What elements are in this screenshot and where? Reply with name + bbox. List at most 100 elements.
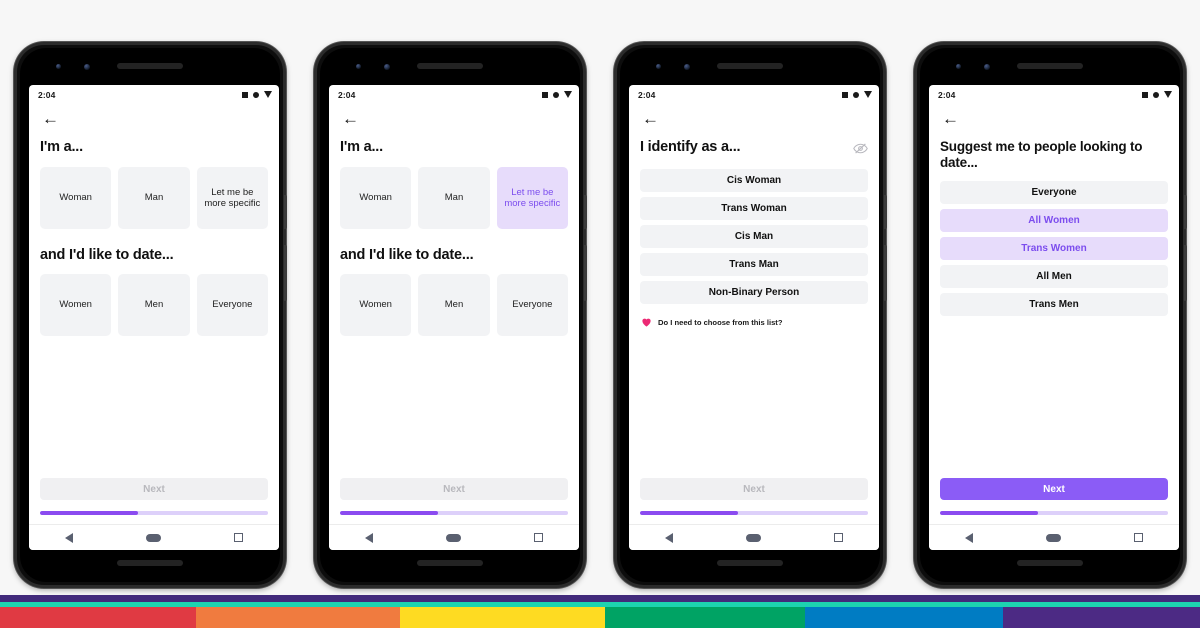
android-nav-bar	[329, 524, 579, 550]
phone-bezel-3: 2:04 ← I identify as a... Cis Woman Tran…	[620, 48, 880, 582]
list-item[interactable]: Trans Women	[940, 237, 1168, 261]
nav-recents-icon[interactable]	[533, 533, 543, 542]
screen-content: ← Suggest me to people looking to date..…	[929, 104, 1179, 524]
status-bar: 2:04	[29, 85, 279, 104]
nav-back-icon[interactable]	[65, 532, 74, 543]
screen-content: ← I'm a... Woman Man Let me be more spec…	[29, 104, 279, 524]
rainbow-segment-orange	[196, 607, 400, 628]
chip-men[interactable]: Men	[118, 274, 190, 337]
square-icon	[542, 91, 548, 98]
chip-woman[interactable]: Woman	[340, 167, 412, 230]
chip-man[interactable]: Man	[118, 167, 190, 230]
nav-recents-icon[interactable]	[233, 533, 243, 542]
back-button[interactable]: ←	[642, 110, 660, 127]
power-button[interactable]	[884, 245, 887, 301]
list-item[interactable]: All Women	[940, 209, 1168, 233]
next-button[interactable]: Next	[340, 478, 568, 500]
chip-man[interactable]: Man	[418, 167, 490, 230]
list-item[interactable]: Everyone	[940, 181, 1168, 205]
chip-women[interactable]: Women	[40, 274, 112, 337]
nav-back-icon[interactable]	[965, 532, 974, 543]
next-button[interactable]: Next	[640, 478, 868, 500]
rainbow-stripe	[0, 607, 1200, 628]
power-button[interactable]	[584, 245, 587, 301]
nav-home-icon[interactable]	[1045, 533, 1061, 542]
rainbow-segment-blue	[805, 607, 1003, 628]
chip-everyone[interactable]: Everyone	[496, 274, 568, 337]
list-item[interactable]: Trans Woman	[640, 197, 868, 220]
rainbow-segment-green	[605, 607, 805, 628]
section-title-date: and I'd like to date...	[340, 247, 474, 264]
power-button[interactable]	[284, 245, 287, 301]
heart-icon	[642, 318, 651, 327]
list-item[interactable]: Cis Man	[640, 225, 868, 248]
nav-back-icon[interactable]	[365, 532, 374, 543]
camera-dot-icon	[956, 64, 961, 69]
camera-dot-icon	[656, 64, 661, 69]
triangle-icon	[1164, 91, 1172, 98]
progress-bar	[640, 511, 868, 515]
list-item[interactable]: Non-Binary Person	[640, 281, 868, 304]
screen-content: ← I identify as a... Cis Woman Trans Wom…	[629, 104, 879, 524]
phone-bezel-2: 2:04 ← I'm a... Woman Man Let me be more…	[320, 48, 580, 582]
nav-home-icon[interactable]	[445, 533, 461, 542]
volume-button[interactable]	[1184, 195, 1187, 229]
list-item[interactable]: All Men	[940, 265, 1168, 289]
chip-men[interactable]: Men	[418, 274, 490, 337]
nav-recents-icon[interactable]	[1133, 533, 1143, 542]
camera-dot-icon	[84, 64, 90, 70]
page-title: I'm a...	[40, 139, 83, 155]
eye-hidden-icon[interactable]	[853, 141, 868, 159]
status-bar-icons	[542, 91, 572, 98]
page-title: I'm a...	[340, 139, 383, 155]
nav-home-icon[interactable]	[145, 533, 161, 542]
android-nav-bar	[29, 524, 279, 550]
progress-bar-fill	[340, 511, 439, 515]
back-button[interactable]: ←	[942, 110, 960, 127]
phone-device-3: 2:04 ← I identify as a... Cis Woman Tran…	[614, 42, 887, 588]
android-nav-bar	[629, 524, 879, 550]
chip-more-specific[interactable]: Let me be more specific	[496, 167, 568, 230]
help-link-text: Do I need to choose from this list?	[658, 317, 783, 327]
next-button[interactable]: Next	[940, 478, 1168, 500]
triangle-icon	[264, 91, 272, 98]
power-button[interactable]	[1184, 245, 1187, 301]
volume-button[interactable]	[284, 195, 287, 229]
screen-1-im-a: 2:04 ← I'm a... Woman Man Let me be more…	[29, 85, 279, 550]
list-item[interactable]: Trans Man	[640, 253, 868, 276]
rainbow-segment-purple	[1003, 607, 1200, 628]
help-link[interactable]: Do I need to choose from this list?	[640, 317, 868, 327]
status-bar: 2:04	[329, 85, 579, 104]
chip-more-specific[interactable]: Let me be more specific	[196, 167, 268, 230]
back-button[interactable]: ←	[42, 110, 60, 127]
list-item[interactable]: Trans Men	[940, 293, 1168, 317]
page-title: I identify as a...	[640, 139, 741, 155]
next-button[interactable]: Next	[40, 478, 268, 500]
bottom-speaker-icon	[717, 560, 783, 566]
nav-recents-icon[interactable]	[833, 533, 843, 542]
list-item[interactable]: Cis Woman	[640, 169, 868, 192]
square-icon	[242, 91, 248, 98]
status-bar-time: 2:04	[338, 89, 356, 100]
camera-dot-icon	[56, 64, 61, 69]
nav-home-icon[interactable]	[745, 533, 761, 542]
chip-woman[interactable]: Woman	[40, 167, 112, 230]
earpiece-speaker-icon	[117, 63, 183, 69]
bottom-decorative-bars	[0, 595, 1200, 628]
screen-4-suggest-me: 2:04 ← Suggest me to people looking to d…	[929, 85, 1179, 550]
chip-women[interactable]: Women	[340, 274, 412, 337]
progress-bar-fill	[940, 511, 1039, 515]
triangle-icon	[564, 91, 572, 98]
camera-dot-icon	[684, 64, 690, 70]
status-bar-icons	[842, 91, 872, 98]
volume-button[interactable]	[584, 195, 587, 229]
phone-device-4: 2:04 ← Suggest me to people looking to d…	[914, 42, 1187, 588]
status-bar-time: 2:04	[938, 89, 956, 100]
chip-everyone[interactable]: Everyone	[196, 274, 268, 337]
phone-device-2: 2:04 ← I'm a... Woman Man Let me be more…	[314, 42, 587, 588]
volume-button[interactable]	[884, 195, 887, 229]
title-row: I'm a...	[40, 139, 268, 156]
nav-back-icon[interactable]	[665, 532, 674, 543]
back-button[interactable]: ←	[342, 110, 360, 127]
